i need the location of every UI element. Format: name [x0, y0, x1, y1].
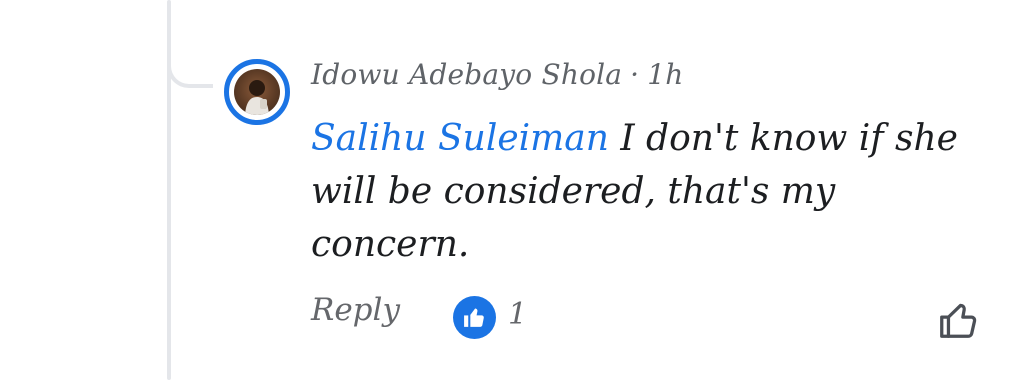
thumbs-up-outline-icon[interactable]: [936, 297, 982, 343]
comment-text: Salihu Suleiman I don't know if she will…: [311, 112, 1001, 271]
author-name[interactable]: Idowu Adebayo Shola: [311, 58, 622, 91]
reply-button[interactable]: Reply: [311, 292, 400, 328]
separator: ·: [630, 58, 640, 91]
thread-connector: [167, 40, 213, 88]
mention-link[interactable]: Salihu Suleiman: [311, 118, 609, 159]
comment-time[interactable]: 1h: [647, 58, 683, 91]
thumbs-up-icon[interactable]: [453, 296, 496, 339]
reaction-count[interactable]: 1: [508, 297, 527, 332]
comment-header: Idowu Adebayo Shola · 1h: [311, 58, 684, 91]
avatar-photo: [234, 69, 280, 115]
avatar[interactable]: [224, 59, 290, 125]
